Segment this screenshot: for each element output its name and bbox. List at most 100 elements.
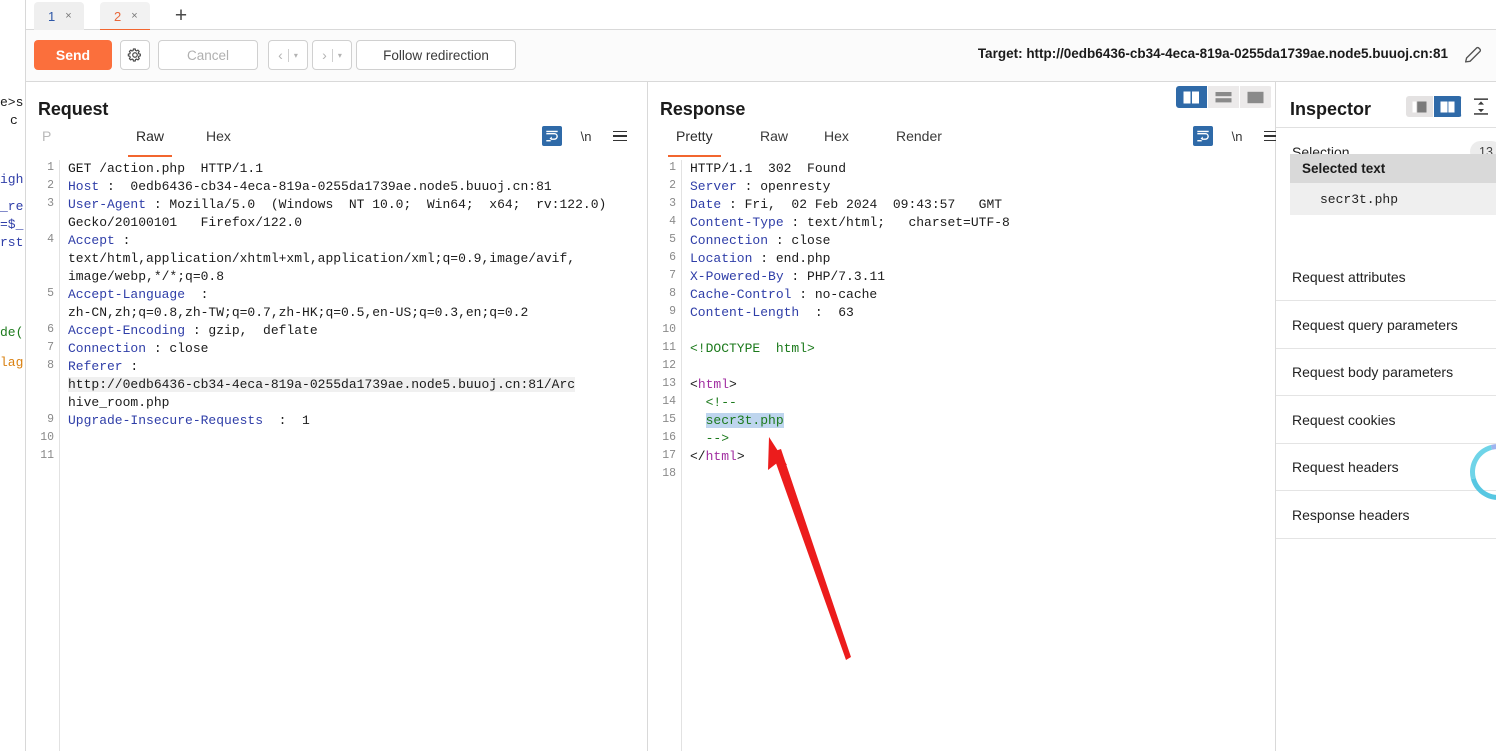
next-request-button[interactable]: › ▾ [312, 40, 352, 70]
background-code-fragment: e>s [0, 95, 24, 110]
inspector-title: Inspector [1290, 99, 1372, 119]
response-pane: Response Pretty Raw Hex Render \n 1 2 3 … [648, 82, 1278, 751]
line-number: 15 [662, 413, 676, 426]
wrapped-line: zh-CN,zh;q=0.8,zh-TW;q=0.7,zh-HK;q=0.5,e… [68, 305, 529, 320]
repeater-tab-strip: 1 × 2 × + [26, 0, 1496, 31]
line-number: 1 [669, 161, 676, 174]
inspector-section-request-headers[interactable]: Request headers [1276, 444, 1496, 491]
header-name: Cache-Control [690, 287, 792, 302]
header-name: Content-Type [690, 215, 784, 230]
response-tab-hex[interactable]: Hex [824, 128, 849, 154]
inspector-layout-switcher [1406, 96, 1462, 117]
divider [287, 48, 289, 62]
header-name: Accept-Language [68, 287, 186, 302]
collapse-all-icon [1474, 98, 1488, 115]
next-arrow-icon: › ▾ [322, 47, 342, 63]
send-button[interactable]: Send [34, 40, 112, 70]
response-tab-render[interactable]: Render [896, 128, 942, 154]
code-line: text/html,application/xhtml+xml,applicat… [68, 250, 575, 268]
selected-text-highlight[interactable]: secr3t.php [705, 413, 784, 428]
response-code-area[interactable]: HTTP/1.1 302 Found Server : openresty Date… [690, 160, 1269, 751]
inspector-section-request-query-parameters[interactable]: Request query parameters [1276, 302, 1496, 349]
response-editor[interactable]: 1 2 3 4 5 6 7 8 9 10 11 12 13 14 15 16 17 18 HTTP/1.1 302… [648, 160, 1275, 751]
request-pane: Request P Raw Hex \n 1 2 3 4 5 6 7 8 9 1… [26, 82, 648, 751]
repeater-tab-1[interactable]: 1 × [34, 2, 84, 30]
line-number: 17 [662, 449, 676, 462]
request-menu-icon[interactable] [610, 126, 630, 146]
header-name: Accept-Encoding [68, 323, 186, 338]
code-line: <!DOCTYPE html> [690, 340, 815, 358]
line-number: 9 [669, 305, 676, 318]
code-line: Date : Fri, 02 Feb 2024 09:43:57 GMT [690, 196, 1002, 214]
background-code-fragment: _re [0, 199, 24, 214]
line-number: 5 [669, 233, 676, 246]
chevron-left-icon: ‹ [278, 47, 283, 63]
follow-redirection-button[interactable]: Follow redirection [356, 40, 516, 70]
add-tab-button[interactable]: + [169, 4, 193, 28]
inspector-section-request-body-parameters[interactable]: Request body parameters [1276, 349, 1496, 396]
inspector-section-label: Response headers [1292, 506, 1410, 523]
request-tab-hex[interactable]: Hex [206, 128, 231, 154]
request-tab-raw[interactable]: Raw [127, 128, 173, 157]
settings-button[interactable] [120, 40, 150, 70]
html-comment: --> [690, 431, 730, 446]
header-value: : [122, 359, 139, 374]
background-window: e>s c igh _re =$_ rst de(lag [0, 0, 26, 751]
request-editor[interactable]: 1 2 3 4 5 6 7 8 9 10 11 GET /action.php HTTP/1.1 Ho… [26, 160, 647, 751]
line-number: 11 [662, 341, 676, 354]
single-pane-layout-button[interactable] [1240, 86, 1272, 108]
side-by-side-layout-button[interactable] [1176, 86, 1208, 108]
inspector-section-response-headers[interactable]: Response headers [1276, 492, 1496, 539]
pencil-icon [1464, 46, 1482, 63]
side-by-side-layout-icon [1183, 91, 1199, 103]
chevron-down-icon: ▾ [337, 50, 342, 60]
stacked-layout-button[interactable] [1208, 86, 1240, 108]
tag-punct: < [690, 377, 698, 392]
repeater-tab-2-label: 2 [114, 8, 122, 24]
header-name: Date [690, 197, 722, 212]
repeater-tab-2[interactable]: 2 × [100, 2, 150, 31]
html-comment: <!-- [690, 395, 737, 410]
word-wrap-icon[interactable] [1193, 126, 1213, 146]
header-value: : Mozilla/5.0 (Windows NT 10.0; Win64; x… [146, 197, 607, 212]
cancel-button[interactable]: Cancel [158, 40, 258, 70]
line-number: 11 [40, 449, 54, 462]
inspector-left-layout-button[interactable] [1406, 96, 1434, 117]
request-editor-icons: \n [542, 126, 630, 146]
repeater-tab-2-close-icon[interactable]: × [131, 10, 137, 22]
line-number: 8 [669, 287, 676, 300]
selected-text-header: Selected text [1290, 154, 1496, 183]
selected-text-card: Selected text secr3t.php [1290, 154, 1496, 215]
collapse-all-button[interactable] [1472, 96, 1492, 117]
newline-toggle-icon[interactable]: \n [1227, 126, 1247, 146]
inspector-section-label: Request cookies [1292, 411, 1396, 428]
edit-target-button[interactable] [1462, 44, 1486, 68]
request-tab-pretty[interactable]: P [42, 128, 51, 154]
background-code-fragment: lag [0, 355, 24, 370]
newline-toggle-icon[interactable]: \n [576, 126, 596, 146]
line-number: 12 [662, 359, 676, 372]
response-editor-icons: \n [1193, 126, 1281, 146]
response-tab-raw[interactable]: Raw [760, 128, 788, 154]
inspector-section-request-cookies[interactable]: Request cookies [1276, 397, 1496, 444]
selected-text-value[interactable]: secr3t.php [1290, 183, 1496, 215]
request-pane-title: Request [38, 99, 109, 119]
repeater-tab-1-label: 1 [48, 8, 56, 24]
line-number: 18 [662, 467, 676, 480]
inspector-right-layout-button[interactable] [1434, 96, 1462, 117]
previous-request-button[interactable]: ‹ ▾ [268, 40, 308, 70]
word-wrap-icon[interactable] [542, 126, 562, 146]
header-value: : end.php [752, 251, 831, 266]
header-name: Server [690, 179, 737, 194]
repeater-tab-1-close-icon[interactable]: × [65, 10, 71, 22]
chevron-down-icon: ▾ [293, 50, 298, 60]
code-line: Location : end.php [690, 250, 830, 268]
wrapped-line: hive_room.php [68, 395, 170, 410]
inspector-section-request-attributes[interactable]: Request attributes [1276, 254, 1496, 301]
response-tab-pretty[interactable]: Pretty [668, 128, 721, 157]
code-line: Content-Length : 63 [690, 304, 854, 322]
request-code-area[interactable]: GET /action.php HTTP/1.1 Host : 0edb6436-… [68, 160, 641, 751]
header-value: : close [146, 341, 209, 356]
header-name: Content-Length [690, 305, 800, 320]
line-number: 2 [47, 179, 54, 192]
